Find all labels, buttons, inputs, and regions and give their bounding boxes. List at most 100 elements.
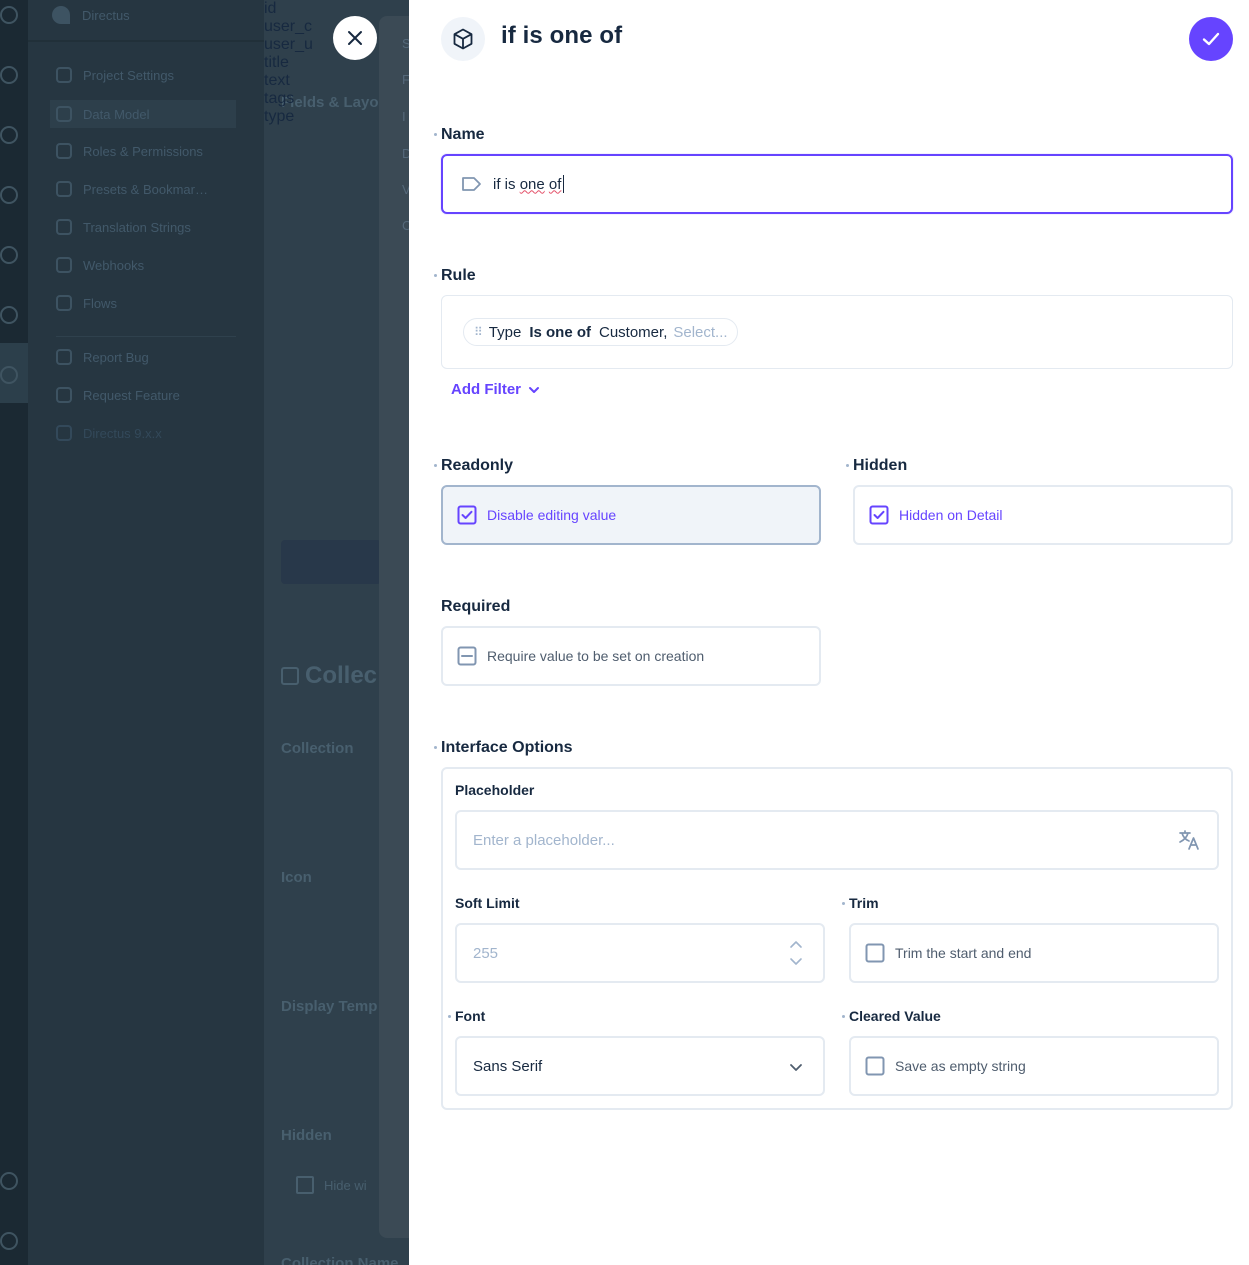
font-select[interactable]: Sans Serif [455,1036,825,1096]
globe-icon [56,67,72,83]
rule-label: Rule [441,267,476,284]
drawer-title: if is one of [501,22,623,49]
nav-item-label: Directus 9.x.x [83,425,162,441]
nav-item-label: Project Settings [83,67,175,83]
save-button[interactable] [1189,17,1233,61]
text-caret [563,175,565,193]
field-label: Display Temp [281,998,378,1015]
bug-icon [56,349,72,365]
required-indicator [842,1015,845,1018]
nav-item: Translation Strings [56,216,191,238]
nav-item: Presets & Bookmar… [56,178,208,200]
readonly-checkbox[interactable]: Disable editing value [441,485,821,545]
filter-value: Customer, [599,323,668,341]
cleared-value-checkbox-label: Save as empty string [895,1058,1026,1074]
stepper-arrows-icon[interactable] [789,938,803,968]
placeholder-input-placeholder: Enter a placeholder... [473,831,615,849]
drag-handle-icon[interactable]: ⠿ [474,325,483,339]
bookmark-icon [56,181,72,197]
header-icon-badge [441,17,485,61]
cleared-value-checkbox[interactable]: Save as empty string [849,1036,1219,1096]
required-checkbox[interactable]: Require value to be set on creation [441,626,821,686]
trim-checkbox[interactable]: Trim the start and end [849,923,1219,983]
required-indicator [846,464,849,467]
cleared-value-label: Cleared Value [849,1008,941,1024]
version-icon [56,425,72,441]
nav-item: Project Settings [56,64,174,86]
chevron-down-icon [790,1064,802,1071]
side-tab: I [402,109,406,124]
placeholder-label: Placeholder [455,782,535,798]
checkbox-indeterminate-icon [457,646,477,666]
idea-icon [56,387,72,403]
close-drawer-button[interactable] [333,16,377,60]
name-label: Name [441,126,485,143]
name-word: one [519,175,545,193]
filter-operator[interactable]: Is one of [529,324,591,341]
nav-item: Report Bug [56,346,149,368]
divider [28,40,264,42]
module-icon [0,246,18,264]
hidden-checkbox[interactable]: Hidden on Detail [853,485,1233,545]
required-indicator [434,746,437,749]
field-label: Icon [281,869,312,886]
nav-item-label: Roles & Permissions [83,143,203,159]
project-logo-icon [52,6,70,24]
add-filter-button[interactable]: Add Filter [451,381,541,398]
required-label: Required [441,598,511,615]
hidden-label: Hidden [853,457,908,474]
nav-item-label: Flows [83,295,117,311]
checkbox-icon [296,1176,314,1194]
soft-limit-input[interactable]: 255 [455,923,825,983]
trim-checkbox-label: Trim the start and end [895,945,1032,961]
filter-rule-pill[interactable]: ⠿ Type Is one of Customer, Select... [463,318,738,346]
nav-item-label: Translation Strings [83,219,191,235]
font-label: Font [455,1008,486,1024]
soft-limit-placeholder: 255 [473,944,499,962]
check-icon [1202,32,1220,46]
project-name: Directus [52,4,130,26]
user-icon [0,1232,18,1250]
name-input-value: if is one of [493,176,561,193]
project-title: Directus [82,7,130,23]
module-rail [0,0,28,1265]
readonly-label: Readonly [441,457,514,474]
create-field-button [281,540,381,584]
field-label: Hidden [281,1127,332,1144]
placeholder-input[interactable]: Enter a placeholder... [455,810,1219,870]
name-word: is [504,175,516,193]
close-icon [348,31,362,45]
checkbox-checked-icon [869,505,889,525]
hide-checkbox: Hide wi [296,1176,367,1194]
nav-item: Webhooks [56,254,144,276]
required-indicator [434,464,437,467]
collection-heading: Collec [281,662,377,690]
nav-item: Flows [56,292,117,314]
name-word: if [493,175,501,193]
filter-field[interactable]: Type [489,324,522,341]
translate-icon[interactable] [1177,828,1201,852]
required-indicator [434,133,437,136]
hidden-checkbox-label: Hidden on Detail [899,507,1003,523]
name-input[interactable]: if is one of [441,154,1233,214]
readonly-checkbox-label: Disable editing value [487,507,617,523]
required-indicator [842,902,845,905]
field-label: Collection Name [281,1255,399,1265]
field-label: Collection [281,740,354,757]
required-indicator [448,1015,451,1018]
checkbox-empty-icon [865,943,885,963]
required-indicator [434,274,437,277]
anchor-icon [56,257,72,273]
soft-limit-label: Soft Limit [455,895,520,911]
collection-heading-text: Collec [305,662,378,689]
filter-select-input[interactable]: Select... [673,324,727,341]
module-icon [0,306,18,324]
nav-item-label: Data Model [83,106,150,122]
data-model-icon [56,106,72,122]
font-select-value: Sans Serif [473,1057,543,1075]
required-checkbox-label: Require value to be set on creation [487,648,705,664]
module-icon [0,186,18,204]
nav-item: Request Feature [56,384,180,406]
nav-item: Directus 9.x.x [56,422,162,444]
divider [56,336,236,337]
